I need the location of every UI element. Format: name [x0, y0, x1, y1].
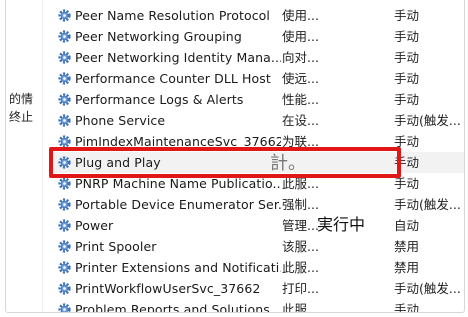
service-name: Phone Service [75, 113, 166, 128]
service-name: Peer Networking Grouping [75, 29, 242, 44]
service-row[interactable]: PNRP Machine Name Publicatio... 此服... 手动 [49, 173, 464, 194]
service-name: Performance Counter DLL Host [75, 71, 271, 86]
gear-icon [58, 135, 71, 148]
description-text-line: 的情 [9, 92, 34, 106]
gear-icon [58, 240, 71, 253]
gear-icon [58, 51, 71, 64]
gear-icon [58, 282, 71, 295]
service-startup-type: 手动(触发... [394, 113, 461, 128]
service-startup-type: 手动(触发... [394, 281, 461, 296]
services-window: 的情 终止 Peer Name Resolution Protocol 使用...… [5, 0, 465, 313]
overlay-status: 実行中 [317, 215, 366, 234]
service-startup-type: 手动 [394, 8, 420, 23]
service-startup-type: 手动 [394, 92, 420, 107]
service-row[interactable]: Performance Logs & Alerts 性能... 手动 [49, 89, 464, 110]
service-row[interactable]: Peer Networking Grouping 使用... 手动 [49, 26, 464, 47]
service-row[interactable]: Printer Extensions and Notificati... 此服..… [49, 257, 464, 278]
service-startup-type: 手动 [394, 134, 420, 149]
service-name: Peer Networking Identity Mana... [75, 50, 281, 65]
gear-icon [58, 114, 71, 127]
service-name: Performance Logs & Alerts [75, 92, 244, 107]
overlay-fragment: 計。 [270, 153, 306, 174]
service-row[interactable]: Problem Reports and Solutions ... 此服... 手动 [49, 299, 464, 313]
service-row[interactable]: Phone Service 在设... 手动(触发... [49, 110, 464, 131]
service-name: Plug and Play [75, 155, 161, 170]
service-description: 强制... [282, 197, 319, 212]
gear-icon [58, 177, 71, 190]
description-text-line: 终止 [9, 110, 34, 124]
gear-icon [58, 9, 71, 22]
service-row[interactable]: Plug and Play 手动 [49, 152, 464, 173]
service-startup-type: 手动 [394, 155, 420, 170]
service-description: 此服... [282, 260, 319, 275]
service-startup-type: 禁用 [394, 239, 420, 254]
service-startup-type: 手动 [394, 176, 420, 191]
gear-icon [58, 261, 71, 274]
gear-icon [58, 198, 71, 211]
service-description: 性能... [282, 92, 319, 107]
service-description: 该服... [282, 239, 319, 254]
gear-icon [58, 156, 71, 169]
service-name: Portable Device Enumerator Ser... [75, 197, 281, 212]
service-startup-type: 自动 [394, 218, 420, 233]
service-description: 向对... [282, 50, 319, 65]
service-name: PimIndexMaintenanceSvc_37662 [75, 134, 281, 149]
service-name: Printer Extensions and Notificati... [75, 260, 281, 275]
service-name: Print Spooler [75, 239, 157, 254]
service-name: PrintWorkflowUserSvc_37662 [75, 281, 261, 296]
service-startup-type: 手动 [394, 302, 420, 313]
service-startup-type: 手动(触发... [394, 197, 461, 212]
service-description: 在设... [282, 113, 319, 128]
service-description: 此服... [282, 176, 319, 191]
service-description: 此服... [282, 302, 319, 313]
service-row[interactable]: Peer Name Resolution Protocol 使用... 手动 [49, 5, 464, 26]
service-row[interactable]: PrintWorkflowUserSvc_37662 打印... 手动(触发... [49, 278, 464, 299]
gear-icon [58, 72, 71, 85]
gear-icon [58, 30, 71, 43]
service-startup-type: 手动 [394, 50, 420, 65]
service-description: 打印... [282, 281, 319, 296]
service-description: 使用... [282, 8, 319, 23]
pane-divider [42, 0, 43, 312]
gear-icon [58, 93, 71, 106]
service-name: Peer Name Resolution Protocol [75, 8, 270, 23]
description-pane: 的情 终止 [6, 0, 42, 312]
service-row[interactable]: PimIndexMaintenanceSvc_37662 为联... 手动 [49, 131, 464, 152]
service-name: Problem Reports and Solutions ... [75, 302, 281, 313]
gear-icon [58, 219, 71, 232]
service-description: 使用... [282, 29, 319, 44]
service-name: PNRP Machine Name Publicatio... [75, 176, 281, 191]
service-row[interactable]: Power 管理... 自动 [49, 215, 464, 236]
service-row[interactable]: Performance Counter DLL Host 使远... 手动 [49, 68, 464, 89]
gear-icon [58, 303, 71, 312]
service-description: 管理... [282, 218, 319, 233]
service-startup-type: 手动 [394, 71, 420, 86]
service-row[interactable]: Portable Device Enumerator Ser... 强制... 手动… [49, 194, 464, 215]
service-name: Power [75, 218, 114, 233]
service-startup-type: 手动 [394, 29, 420, 44]
service-row[interactable]: Print Spooler 该服... 禁用 [49, 236, 464, 257]
service-row[interactable]: Peer Networking Identity Mana... 向对... 手动 [49, 47, 464, 68]
service-description: 使远... [282, 71, 319, 86]
service-startup-type: 禁用 [394, 260, 420, 275]
